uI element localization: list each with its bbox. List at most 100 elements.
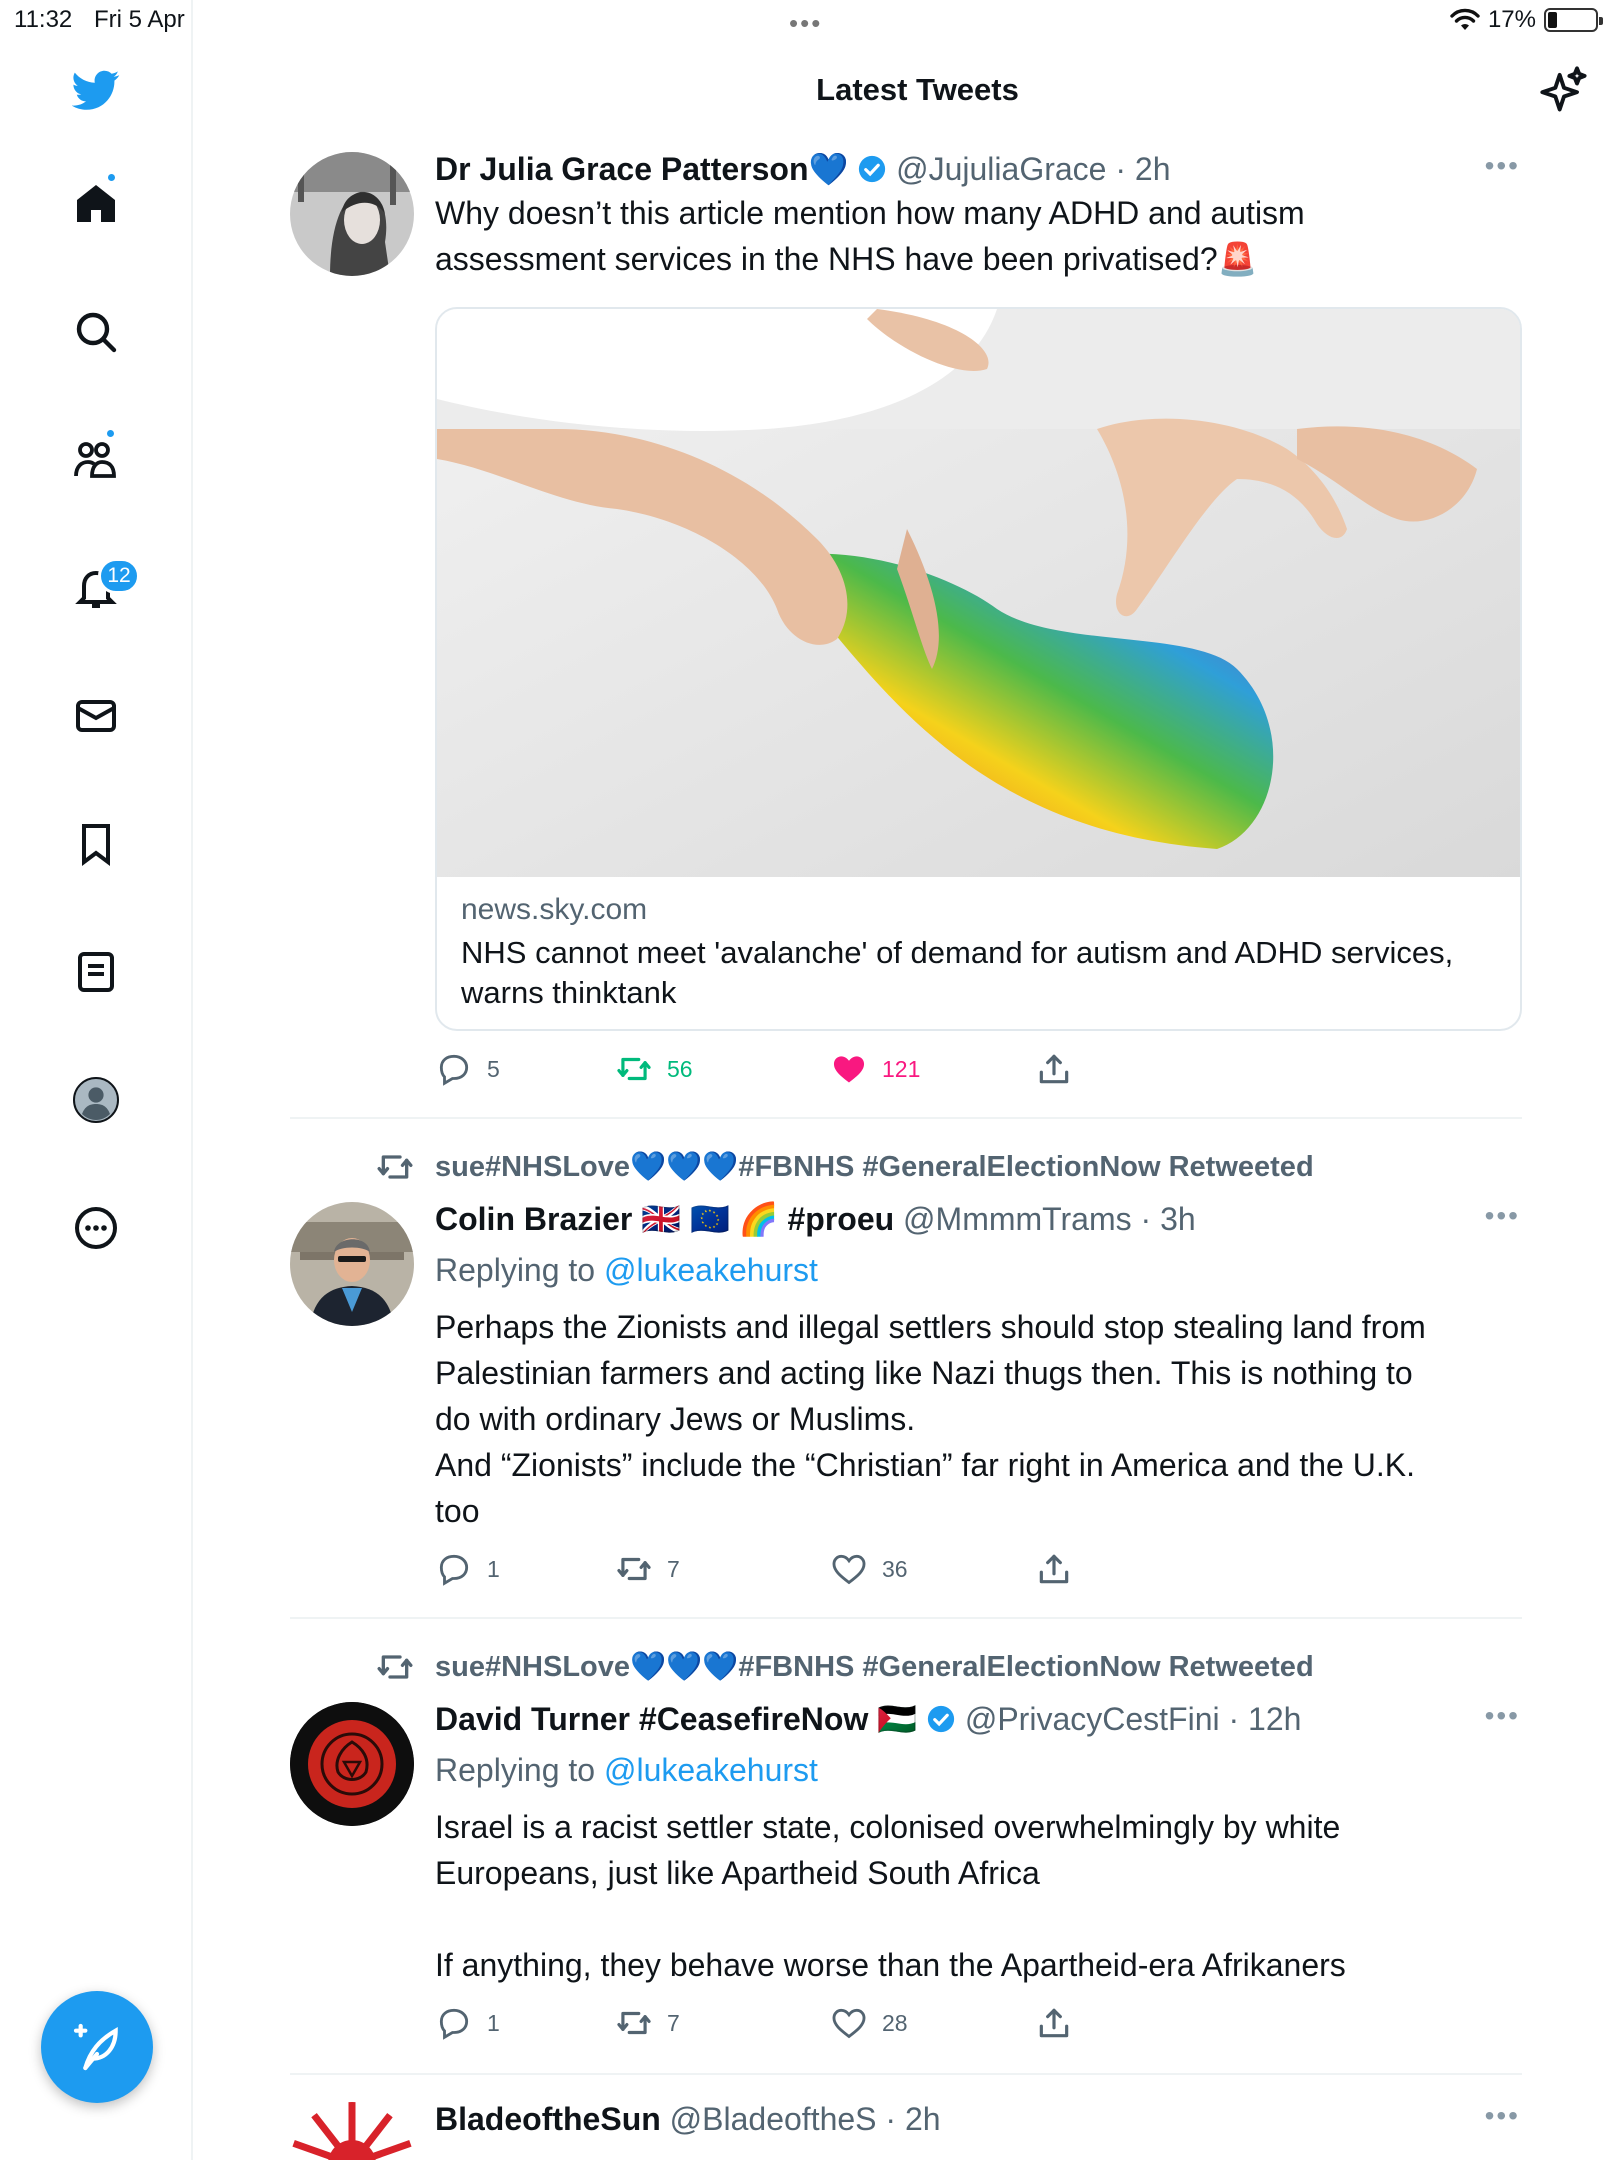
retweeted-by-label[interactable]: sue#NHSLove💙💙💙#FBNHS #GeneralElectionNow… <box>435 1150 1314 1184</box>
tweet[interactable]: BladeoftheSun @BladeoftheS · 2h ••• <box>290 2100 1522 2160</box>
like-button[interactable]: 121 <box>830 1050 920 1088</box>
compose-tweet-button[interactable] <box>41 1991 153 2103</box>
tweet-more-icon[interactable]: ••• <box>1485 150 1520 182</box>
bookmarks-icon[interactable] <box>70 818 122 870</box>
replying-to-mention[interactable]: @lukeakehurst <box>604 1752 818 1788</box>
status-indicators: 17% <box>1450 6 1603 34</box>
replying-to-mention[interactable]: @lukeakehurst <box>604 1252 818 1288</box>
author-name[interactable]: David Turner #CeasefireNow 🇵🇸 <box>435 1701 917 1737</box>
like-button[interactable]: 36 <box>830 1550 908 1588</box>
avatar[interactable] <box>290 1202 414 1326</box>
author-handle[interactable]: @BladeoftheS <box>670 2101 877 2137</box>
tweet-author-line: Dr Julia Grace Patterson💙 @JujuliaGrace … <box>435 150 1522 188</box>
tweet-text-line: do with ordinary Jews or Muslims. <box>435 1401 916 1437</box>
retweet-button[interactable]: 7 <box>615 2004 680 2042</box>
retweeted-by-label[interactable]: sue#NHSLove💙💙💙#FBNHS #GeneralElectionNow… <box>435 1650 1314 1684</box>
tweet-divider <box>290 1617 1522 1619</box>
tweet-text-line <box>435 1896 1522 1942</box>
sidebar-nav: 12 <box>0 0 193 2160</box>
reply-count: 1 <box>487 2009 500 2036</box>
more-options-circle-icon[interactable] <box>70 1202 122 1254</box>
tweet-time[interactable]: · 12h <box>1228 1701 1301 1737</box>
author-name[interactable]: BladeoftheSun <box>435 2101 661 2137</box>
author-handle[interactable]: @MmmmTrams <box>903 1201 1132 1237</box>
like-button[interactable]: 28 <box>830 2004 908 2042</box>
tweet[interactable]: David Turner #CeasefireNow 🇵🇸 @PrivacyCe… <box>290 1700 1522 2040</box>
tweet-text: Israel is a racist settler state, coloni… <box>435 1804 1522 1988</box>
replying-to-line: Replying to @lukeakehurst <box>435 1250 1522 1290</box>
avatar[interactable] <box>290 2102 414 2160</box>
verified-badge-icon <box>927 1705 955 1733</box>
verified-badge-icon <box>859 155 886 183</box>
timeline-header: Latest Tweets <box>195 40 1620 140</box>
share-button[interactable] <box>1035 2004 1073 2042</box>
share-icon <box>1039 1554 1069 1584</box>
link-card-title: NHS cannot meet 'avalanche' of demand fo… <box>461 935 1454 1010</box>
like-count: 36 <box>882 1555 908 1582</box>
tweet[interactable]: Colin Brazier 🇬🇧 🇪🇺 🌈 #proeu @MmmmTrams … <box>290 1200 1522 1590</box>
lists-icon[interactable] <box>70 946 122 998</box>
tweet-time[interactable]: · 2h <box>885 2101 940 2137</box>
tweet-actions: 5 56 121 <box>435 1050 1135 1090</box>
tweet-divider <box>290 1117 1522 1119</box>
reply-button[interactable]: 1 <box>435 2004 500 2042</box>
compose-feather-icon <box>73 2023 118 2071</box>
messages-envelope-icon[interactable] <box>70 690 122 742</box>
link-card-image <box>437 309 1520 877</box>
tweet-author-line: BladeoftheSun @BladeoftheS · 2h <box>435 2100 1522 2138</box>
avatar[interactable] <box>290 1702 414 1826</box>
page-title: Latest Tweets <box>816 72 1019 107</box>
retweet-count: 56 <box>667 1055 693 1082</box>
heart-filled-icon <box>833 1056 865 1083</box>
tweet-time[interactable]: · 3h <box>1141 1201 1196 1237</box>
retweeted-indicator-icon <box>377 1155 413 1179</box>
retweet-count: 7 <box>667 1555 680 1582</box>
search-icon[interactable] <box>70 306 122 358</box>
reply-button[interactable]: 1 <box>435 1550 500 1588</box>
tweet-more-icon[interactable]: ••• <box>1485 1200 1520 1232</box>
home-unread-dot <box>106 172 117 183</box>
tweet-actions: 1 7 36 <box>435 1550 1135 1590</box>
replying-to-prefix: Replying to <box>435 1752 596 1788</box>
link-card[interactable]: news.sky.com NHS cannot meet 'avalanche'… <box>435 307 1522 1031</box>
tweet-text: Why doesn’t this article mention how man… <box>435 190 1522 282</box>
like-count: 28 <box>882 2009 908 2036</box>
retweeted-indicator-icon <box>377 1655 413 1679</box>
author-handle[interactable]: @PrivacyCestFini <box>965 1701 1220 1737</box>
tweet-time[interactable]: · 2h <box>1115 151 1170 187</box>
multitasking-dots-icon[interactable]: ••• <box>789 8 822 39</box>
tweet-text-line: Israel is a racist settler state, coloni… <box>435 1809 1341 1845</box>
retweet-button[interactable]: 7 <box>615 1550 680 1588</box>
avatar[interactable] <box>290 152 414 276</box>
communities-unread-dot <box>105 428 116 439</box>
notifications-badge: 12 <box>98 558 140 594</box>
tweet-more-icon[interactable]: ••• <box>1485 2100 1520 2132</box>
sparkle-timeline-toggle-icon[interactable] <box>1538 64 1590 116</box>
like-count: 121 <box>882 1055 921 1082</box>
tweet[interactable]: Dr Julia Grace Patterson💙 @JujuliaGrace … <box>290 150 1522 1086</box>
profile-avatar-icon[interactable] <box>70 1074 122 1126</box>
reply-icon <box>439 2008 469 2040</box>
tweet-text-line: Why doesn’t this article mention how man… <box>435 195 1305 231</box>
tweet-author-line: David Turner #CeasefireNow 🇵🇸 @PrivacyCe… <box>435 1700 1522 1738</box>
heart-outline-icon <box>832 1554 866 1585</box>
author-handle[interactable]: @JujuliaGrace <box>896 151 1106 187</box>
tweet-text-line: Europeans, just like Apartheid South Afr… <box>435 1855 1040 1891</box>
tweet-more-icon[interactable]: ••• <box>1485 1700 1520 1732</box>
battery-icon <box>1544 8 1603 32</box>
link-card-domain: news.sky.com <box>461 893 648 926</box>
tweet-text-line: If anything, they behave worse than the … <box>435 1947 1346 1983</box>
share-button[interactable] <box>1035 1550 1073 1588</box>
share-icon <box>1039 1054 1069 1084</box>
author-name[interactable]: Colin Brazier 🇬🇧 🇪🇺 🌈 #proeu <box>435 1201 894 1237</box>
share-button[interactable] <box>1035 1050 1073 1088</box>
twitter-logo-icon[interactable] <box>70 64 122 116</box>
author-name[interactable]: Dr Julia Grace Patterson💙 <box>435 151 848 187</box>
share-icon <box>1039 2008 1069 2038</box>
retweet-button[interactable]: 56 <box>615 1050 693 1088</box>
reply-button[interactable]: 5 <box>435 1050 500 1088</box>
tweet-text-line: assessment services in the NHS have been… <box>435 241 1258 277</box>
home-icon[interactable] <box>70 178 122 230</box>
reply-icon <box>439 1554 469 1586</box>
communities-icon[interactable] <box>70 434 122 486</box>
